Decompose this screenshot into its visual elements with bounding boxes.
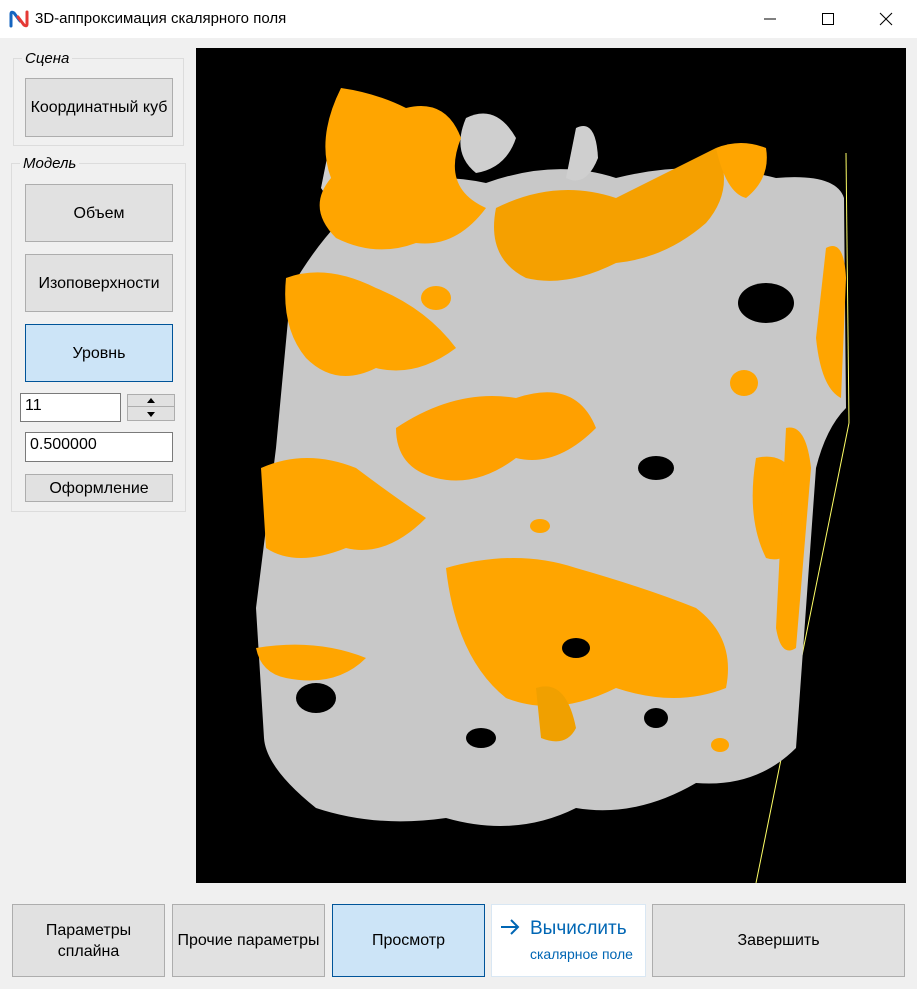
window-title: 3D-аппроксимация скалярного поля — [35, 10, 287, 27]
3d-viewport[interactable] — [196, 48, 906, 883]
app-logo-icon — [8, 8, 30, 30]
maximize-button[interactable] — [799, 0, 857, 38]
calculate-label: Вычислить — [530, 918, 627, 939]
orange-isosurface — [319, 88, 486, 250]
level-number-input[interactable]: 11 — [20, 393, 121, 422]
scene-group-legend: Сцена — [22, 50, 73, 67]
spline-params-button[interactable]: Параметры сплайна — [12, 904, 165, 977]
spin-down-button[interactable] — [128, 408, 174, 420]
level-value-input[interactable]: 0.500000 — [25, 432, 173, 462]
calculate-sublabel: скалярное поле — [530, 946, 633, 962]
maximize-icon — [822, 13, 834, 25]
isosurface-render — [256, 88, 850, 883]
calculate-scalar-field-button[interactable]: Вычислить скалярное поле — [491, 904, 646, 977]
close-icon — [879, 12, 893, 26]
chevron-up-icon — [147, 398, 155, 403]
level-number-spinner[interactable] — [127, 394, 175, 421]
surface-hole — [562, 638, 590, 658]
orange-isosurface — [421, 286, 451, 310]
volume-button[interactable]: Объем — [25, 184, 173, 242]
minimize-button[interactable] — [741, 0, 799, 38]
surface-hole — [296, 683, 336, 713]
close-button[interactable] — [857, 0, 915, 38]
surface-hole — [466, 728, 496, 748]
level-button[interactable]: Уровнь — [25, 324, 173, 382]
preview-button[interactable]: Просмотр — [332, 904, 485, 977]
spin-up-button[interactable] — [128, 395, 174, 407]
surface-hole — [644, 708, 668, 728]
other-params-button[interactable]: Прочие параметры — [172, 904, 325, 977]
surface-hole — [738, 283, 794, 323]
minimize-icon — [764, 18, 776, 20]
orange-isosurface — [530, 519, 550, 533]
orange-isosurface — [711, 738, 729, 752]
isosurfaces-button[interactable]: Изоповерхности — [25, 254, 173, 312]
design-button[interactable]: Оформление — [25, 474, 173, 502]
gray-isosurface — [460, 113, 516, 173]
model-group-legend: Модель — [20, 155, 80, 172]
orange-isosurface — [730, 370, 758, 396]
surface-hole — [638, 456, 674, 480]
chevron-down-icon — [147, 411, 155, 417]
arrow-right-icon — [501, 919, 520, 935]
finish-button[interactable]: Завершить — [652, 904, 905, 977]
coordinate-cube-button[interactable]: Координатный куб — [25, 78, 173, 137]
bounding-box-edge — [845, 152, 850, 424]
title-bar: 3D-аппроксимация скалярного поля — [0, 0, 917, 38]
